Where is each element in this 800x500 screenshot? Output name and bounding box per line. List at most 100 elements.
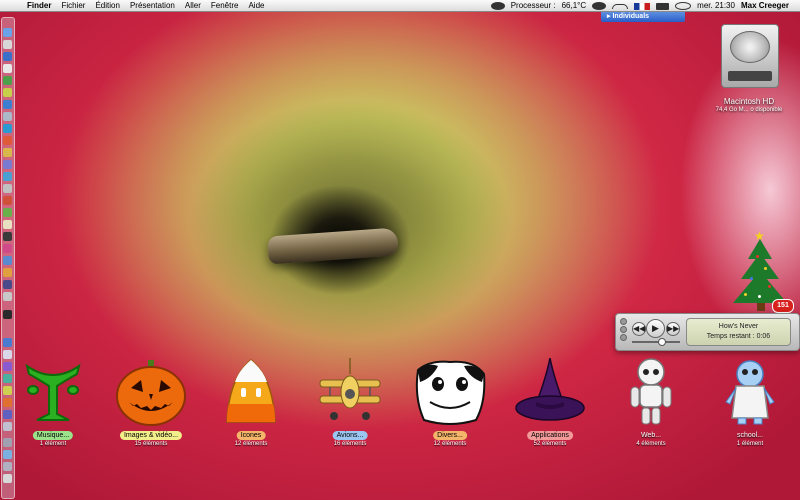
hard-drive-platter: [730, 31, 770, 63]
jack-o-lantern-icon: [116, 360, 186, 426]
app-dock-icon[interactable]: [3, 268, 12, 277]
folder-label[interactable]: Divers...: [433, 431, 467, 440]
app-dock-icon[interactable]: [3, 338, 12, 347]
app-dock-icon[interactable]: [3, 172, 12, 181]
itunes-dock-icon[interactable]: [3, 100, 12, 109]
zoom-button[interactable]: [620, 334, 627, 341]
app-dock-icon[interactable]: [3, 196, 12, 205]
ornament: [744, 293, 747, 296]
mail-dock-icon[interactable]: [3, 52, 12, 61]
play-button[interactable]: ▶: [646, 319, 665, 338]
rewind-icon: ◀◀: [633, 324, 646, 333]
app-dock-icon[interactable]: [3, 136, 12, 145]
music-folder-icon: [25, 363, 81, 421]
app-dock-icon[interactable]: [3, 124, 12, 133]
app-dock-icon[interactable]: [3, 184, 12, 193]
app-dock-icon[interactable]: [3, 148, 12, 157]
cpu-monitor-icon[interactable]: [490, 2, 505, 10]
itunes-lcd-display[interactable]: How's Never Temps restant : 0:06: [686, 318, 791, 346]
hard-drive-connector: [728, 71, 772, 81]
previous-track-button[interactable]: ◀◀: [632, 322, 646, 336]
folder-item-count: 1 élément: [39, 441, 67, 447]
candy-corn-icon: [226, 359, 276, 423]
folder-label[interactable]: Musique...: [32, 431, 74, 440]
app-dock-icon[interactable]: [3, 208, 12, 217]
app-dock-icon[interactable]: [3, 292, 12, 301]
folder-avions[interactable]: Avions... 16 éléments: [305, 358, 395, 448]
ichat-dock-icon[interactable]: [3, 76, 12, 85]
folder-web[interactable]: Web... 4 éléments: [606, 358, 696, 448]
folder-label[interactable]: Web...: [637, 431, 665, 440]
folder-item-count: 12 éléments: [433, 441, 467, 447]
folder-divers[interactable]: Divers... 12 éléments: [405, 358, 495, 448]
menu-presentation[interactable]: Présentation: [125, 0, 180, 12]
menu-aide[interactable]: Aide: [243, 0, 269, 12]
trash-dock-icon[interactable]: [3, 474, 12, 483]
next-track-button[interactable]: ▶▶: [666, 322, 680, 336]
wifi-icon[interactable]: [612, 3, 629, 9]
menu-bar: Finder Fichier Édition Présentation Alle…: [0, 0, 800, 12]
folder-school[interactable]: school... 1 élément: [705, 358, 795, 448]
hard-drive-body: [721, 24, 779, 88]
biplane-icon: [319, 358, 381, 420]
folder-label[interactable]: Images & vidéo...: [119, 431, 183, 440]
folder-icones[interactable]: Icones 12 éléments: [206, 358, 296, 448]
downloads-dock-icon[interactable]: [3, 462, 12, 471]
menu-aller[interactable]: Aller: [180, 0, 206, 12]
ornament: [750, 277, 753, 280]
volume-icon[interactable]: [656, 2, 670, 10]
language-flag-icon[interactable]: [634, 2, 651, 10]
volume-knob[interactable]: [658, 338, 667, 346]
menubar-clock[interactable]: mer. 21:30: [694, 0, 738, 12]
folder-item-count: 12 éléments: [234, 441, 268, 447]
menu-fichier[interactable]: Fichier: [56, 0, 90, 12]
app-dock-icon[interactable]: [3, 280, 12, 289]
folder-item-count: 15 éléments: [134, 441, 168, 447]
app-dock-icon[interactable]: [3, 244, 12, 253]
menu-extras: Processeur : 66,1°C mer. 21:30 Max Creeg…: [488, 0, 792, 12]
sync-icon[interactable]: [592, 2, 607, 10]
folder-images-video[interactable]: Images & vidéo... 15 éléments: [106, 358, 196, 448]
app-dock-icon[interactable]: [3, 160, 12, 169]
apple-stem-image: [267, 227, 399, 265]
play-icon: ▶: [652, 323, 659, 333]
dashboard-dock-icon[interactable]: [3, 40, 12, 49]
itunes-mini-player: ◀◀ ▶ ▶▶ How's Never Temps restant : 0:06: [615, 313, 800, 351]
folder-label[interactable]: school...: [733, 431, 767, 440]
hard-drive-name[interactable]: Macintosh HD: [700, 97, 798, 106]
menu-fenetre[interactable]: Fenêtre: [206, 0, 244, 12]
folder-applications[interactable]: Applications 52 éléments: [505, 358, 595, 448]
minimize-button[interactable]: [620, 326, 627, 333]
menu-finder[interactable]: Finder: [22, 0, 56, 12]
folder-label[interactable]: Icones: [236, 431, 266, 440]
cpu-temperature[interactable]: 66,1°C: [559, 0, 590, 12]
app-dock-icon[interactable]: [3, 256, 12, 265]
documents-dock-icon[interactable]: [3, 450, 12, 459]
safari-dock-icon[interactable]: [3, 64, 12, 73]
hard-drive-icon[interactable]: [718, 20, 780, 90]
close-button[interactable]: [620, 318, 627, 325]
folder-item-count: 16 éléments: [333, 441, 367, 447]
cpu-label: Processeur :: [510, 1, 556, 10]
folder-label[interactable]: Applications: [527, 431, 573, 440]
blue-creature-icon: [725, 360, 775, 425]
chat-icon[interactable]: [675, 2, 692, 10]
robot-icon: [630, 358, 672, 425]
account-menu-individuals[interactable]: ▸ Individuals: [601, 12, 685, 22]
folder-label[interactable]: Avions...: [332, 431, 368, 440]
app-dock-icon[interactable]: [3, 232, 12, 241]
tree-widget-badge: 151: [772, 299, 794, 313]
user-account-name[interactable]: Max Creeger: [738, 0, 792, 12]
app-dock-icon[interactable]: [3, 220, 12, 229]
iphoto-dock-icon[interactable]: [3, 112, 12, 121]
ornament: [758, 295, 761, 298]
address-book-dock-icon[interactable]: [3, 88, 12, 97]
volume-slider[interactable]: [632, 338, 680, 346]
menu-edition[interactable]: Édition: [90, 0, 124, 12]
time-remaining: Temps restant : 0:06: [706, 333, 771, 340]
folder-item-count: 4 éléments: [636, 441, 666, 447]
folder-musique[interactable]: Musique... 1 élément: [8, 358, 98, 448]
finder-dock-icon[interactable]: [3, 28, 12, 37]
ornament: [764, 267, 767, 270]
terminal-dock-icon[interactable]: [3, 310, 12, 319]
